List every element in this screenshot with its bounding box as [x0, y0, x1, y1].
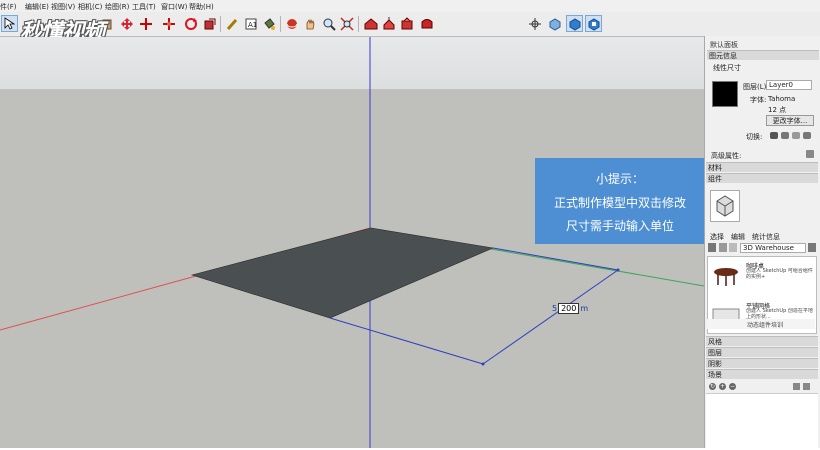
menu-tools[interactable]: 工具(T) — [132, 2, 156, 12]
scenes-header[interactable]: 场景 — [706, 369, 818, 379]
menu-camera[interactable]: 相机(C) — [78, 2, 102, 12]
dimension-label[interactable]: 5 200 m — [552, 303, 588, 314]
layer-select[interactable]: Layer0 — [766, 80, 812, 90]
materials-header[interactable]: 材料 — [706, 162, 818, 172]
dimension-endpoint — [481, 362, 485, 366]
view-options-icon[interactable] — [708, 243, 716, 252]
menu-draw[interactable]: 绘图(R) — [105, 2, 129, 12]
menu-view[interactable]: 视图(V) — [51, 2, 75, 12]
tip-overlay: 小提示： 正式制作模型中双击修改 尺寸需手动输入单位 — [535, 158, 705, 244]
entity-info-header[interactable]: 图元信息 — [707, 50, 819, 60]
box-icon — [716, 195, 734, 217]
component-search-input[interactable]: 3D Warehouse — [740, 243, 806, 253]
tip-line-2: 尺寸需手动输入单位 — [565, 219, 674, 233]
lock-toggle-icon[interactable] — [781, 132, 789, 139]
display-section-icon[interactable] — [566, 15, 583, 32]
tip-line-1: 正式制作模型中双击修改 — [553, 196, 686, 210]
tip-title: 小提示： — [595, 172, 644, 186]
menu-file[interactable]: 件(F) — [0, 2, 17, 12]
components-header[interactable]: 组件 — [706, 173, 818, 183]
zoom-tool-icon[interactable] — [320, 15, 337, 32]
text-tool-icon[interactable]: A1 — [242, 15, 259, 32]
toolbar: A1 — [0, 12, 820, 37]
warehouse-icon[interactable] — [362, 15, 379, 32]
share-model-icon[interactable] — [380, 15, 397, 32]
nav-back-icon[interactable] — [719, 243, 727, 252]
entity-type: 线性尺寸 — [713, 64, 741, 72]
remove-icon[interactable]: − — [729, 383, 736, 390]
scene-view-options — [793, 383, 810, 390]
toggle-label: 切换: — [746, 133, 763, 141]
share-component-icon[interactable] — [398, 15, 415, 32]
font-label: 字体: — [750, 96, 767, 104]
dimension-prefix: 5 — [552, 304, 558, 313]
select-tool-icon[interactable] — [1, 15, 18, 32]
scale-tool-icon[interactable] — [201, 15, 218, 32]
visible-toggle-icon[interactable] — [770, 132, 778, 139]
dimension-endpoint — [616, 268, 620, 272]
section-plane-icon[interactable] — [546, 15, 563, 32]
tab-statistics[interactable]: 统计信息 — [752, 232, 780, 242]
layer-label: 图层(L): — [743, 83, 769, 91]
receive-shadow-icon[interactable] — [803, 132, 811, 139]
shadow-toggle-icon[interactable] — [792, 132, 800, 139]
toggle-icons — [770, 132, 811, 139]
toolbar-separator — [280, 16, 281, 32]
list-view-icon[interactable] — [793, 383, 800, 390]
dimension-input[interactable]: 200 — [558, 303, 580, 314]
add-icon[interactable]: + — [719, 383, 726, 390]
thumbnail-view-icon[interactable] — [803, 383, 810, 390]
advanced-attributes-label: 高级属性: — [711, 152, 742, 160]
shadows-header[interactable]: 阴影 — [706, 358, 818, 368]
orbit-tool-icon[interactable] — [283, 15, 300, 32]
change-font-button[interactable]: 更改字体... — [766, 115, 814, 126]
tape-measure-icon[interactable] — [224, 15, 241, 32]
coffee-table-thumbnail — [714, 268, 738, 286]
tray-title: 默认面板 — [710, 41, 738, 49]
list-item[interactable]: 平铺网格 创建人 SketchUp 创造在平地上的形状... — [708, 297, 816, 335]
font-size-value: 12 点 — [768, 106, 787, 114]
move-cross-icon[interactable] — [137, 15, 154, 32]
menu-help[interactable]: 帮助(H) — [189, 2, 214, 12]
component-desc: 创建人 SketchUp 可组合组件的实例+ — [746, 268, 813, 280]
zoom-extents-icon[interactable] — [338, 15, 355, 32]
pan-tool-icon[interactable] — [301, 15, 318, 32]
scene-controls: ↻ + − — [709, 383, 736, 390]
sky-background — [0, 37, 704, 89]
scenes-area — [706, 393, 818, 449]
font-value: Tahoma — [768, 95, 796, 103]
home-icon[interactable] — [729, 243, 737, 252]
search-icon[interactable] — [808, 243, 816, 252]
tab-select[interactable]: 选择 — [710, 232, 724, 242]
color-swatch[interactable] — [712, 81, 738, 107]
extension-warehouse-icon[interactable] — [418, 15, 435, 32]
rotate-tool-icon[interactable] — [182, 15, 199, 32]
axes-tool-icon[interactable] — [526, 15, 543, 32]
tab-edit[interactable]: 编辑 — [731, 232, 745, 242]
dimension-unit: m — [580, 304, 589, 313]
svg-text:A1: A1 — [248, 21, 257, 29]
move-tool-icon[interactable] — [118, 15, 135, 32]
toolbar-separator — [220, 16, 221, 32]
refresh-icon[interactable]: ↻ — [709, 383, 716, 390]
paint-bucket-icon[interactable] — [260, 15, 277, 32]
menu-window[interactable]: 窗口(W) — [161, 2, 187, 12]
display-section-cut-icon[interactable] — [585, 15, 602, 32]
dynamic-components-footer[interactable]: 动态组件培训 — [707, 319, 815, 329]
advanced-toggle-icon[interactable] — [806, 150, 814, 158]
component-preview — [710, 190, 740, 222]
layers-header[interactable]: 图层 — [706, 347, 818, 357]
menu-edit[interactable]: 编辑(E) — [25, 2, 49, 12]
toolbar-separator — [358, 16, 359, 32]
list-item[interactable]: 咖啡桌 创建人 SketchUp 可组合组件的实例+ — [708, 257, 816, 295]
styles-header[interactable]: 风格 — [706, 336, 818, 346]
cross-arrows-icon[interactable] — [160, 15, 177, 32]
